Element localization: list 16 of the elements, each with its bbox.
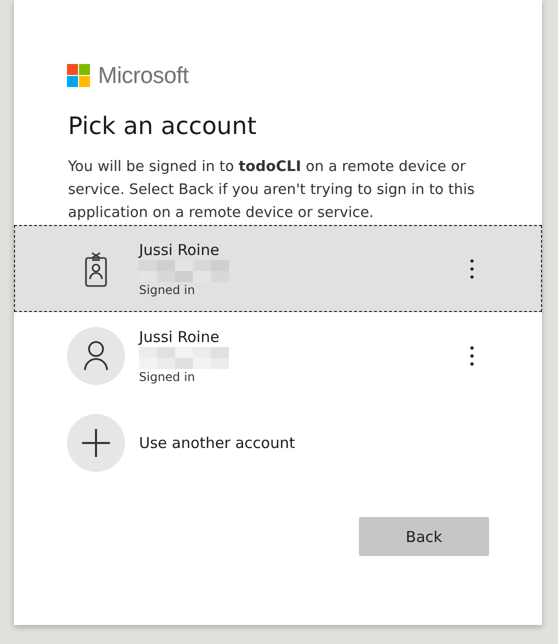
back-button[interactable]: Back: [359, 517, 489, 556]
account-item[interactable]: Jussi Roine Signed in: [14, 225, 542, 312]
account-name: Jussi Roine: [139, 326, 220, 346]
page-title: Pick an account: [68, 111, 258, 142]
account-status: Signed in: [139, 282, 196, 298]
plus-icon: [81, 428, 111, 458]
account-status: Signed in: [139, 368, 196, 384]
account-name: Jussi Roine: [139, 240, 220, 260]
add-account-item[interactable]: Use another account: [14, 399, 542, 487]
brand-name: Microsoft: [98, 62, 189, 89]
description-text: You will be signed in to todoCLI on a remote device or service. Select Back if you aren't trying to sign in to this application on a remote device or service.: [68, 158, 476, 223]
logo-icon: [67, 64, 90, 87]
account-item[interactable]: Jussi Roine Signed in: [14, 312, 542, 399]
more-options-icon[interactable]: [469, 344, 475, 366]
id-badge-icon: [82, 250, 110, 286]
more-options-icon[interactable]: [469, 258, 475, 280]
